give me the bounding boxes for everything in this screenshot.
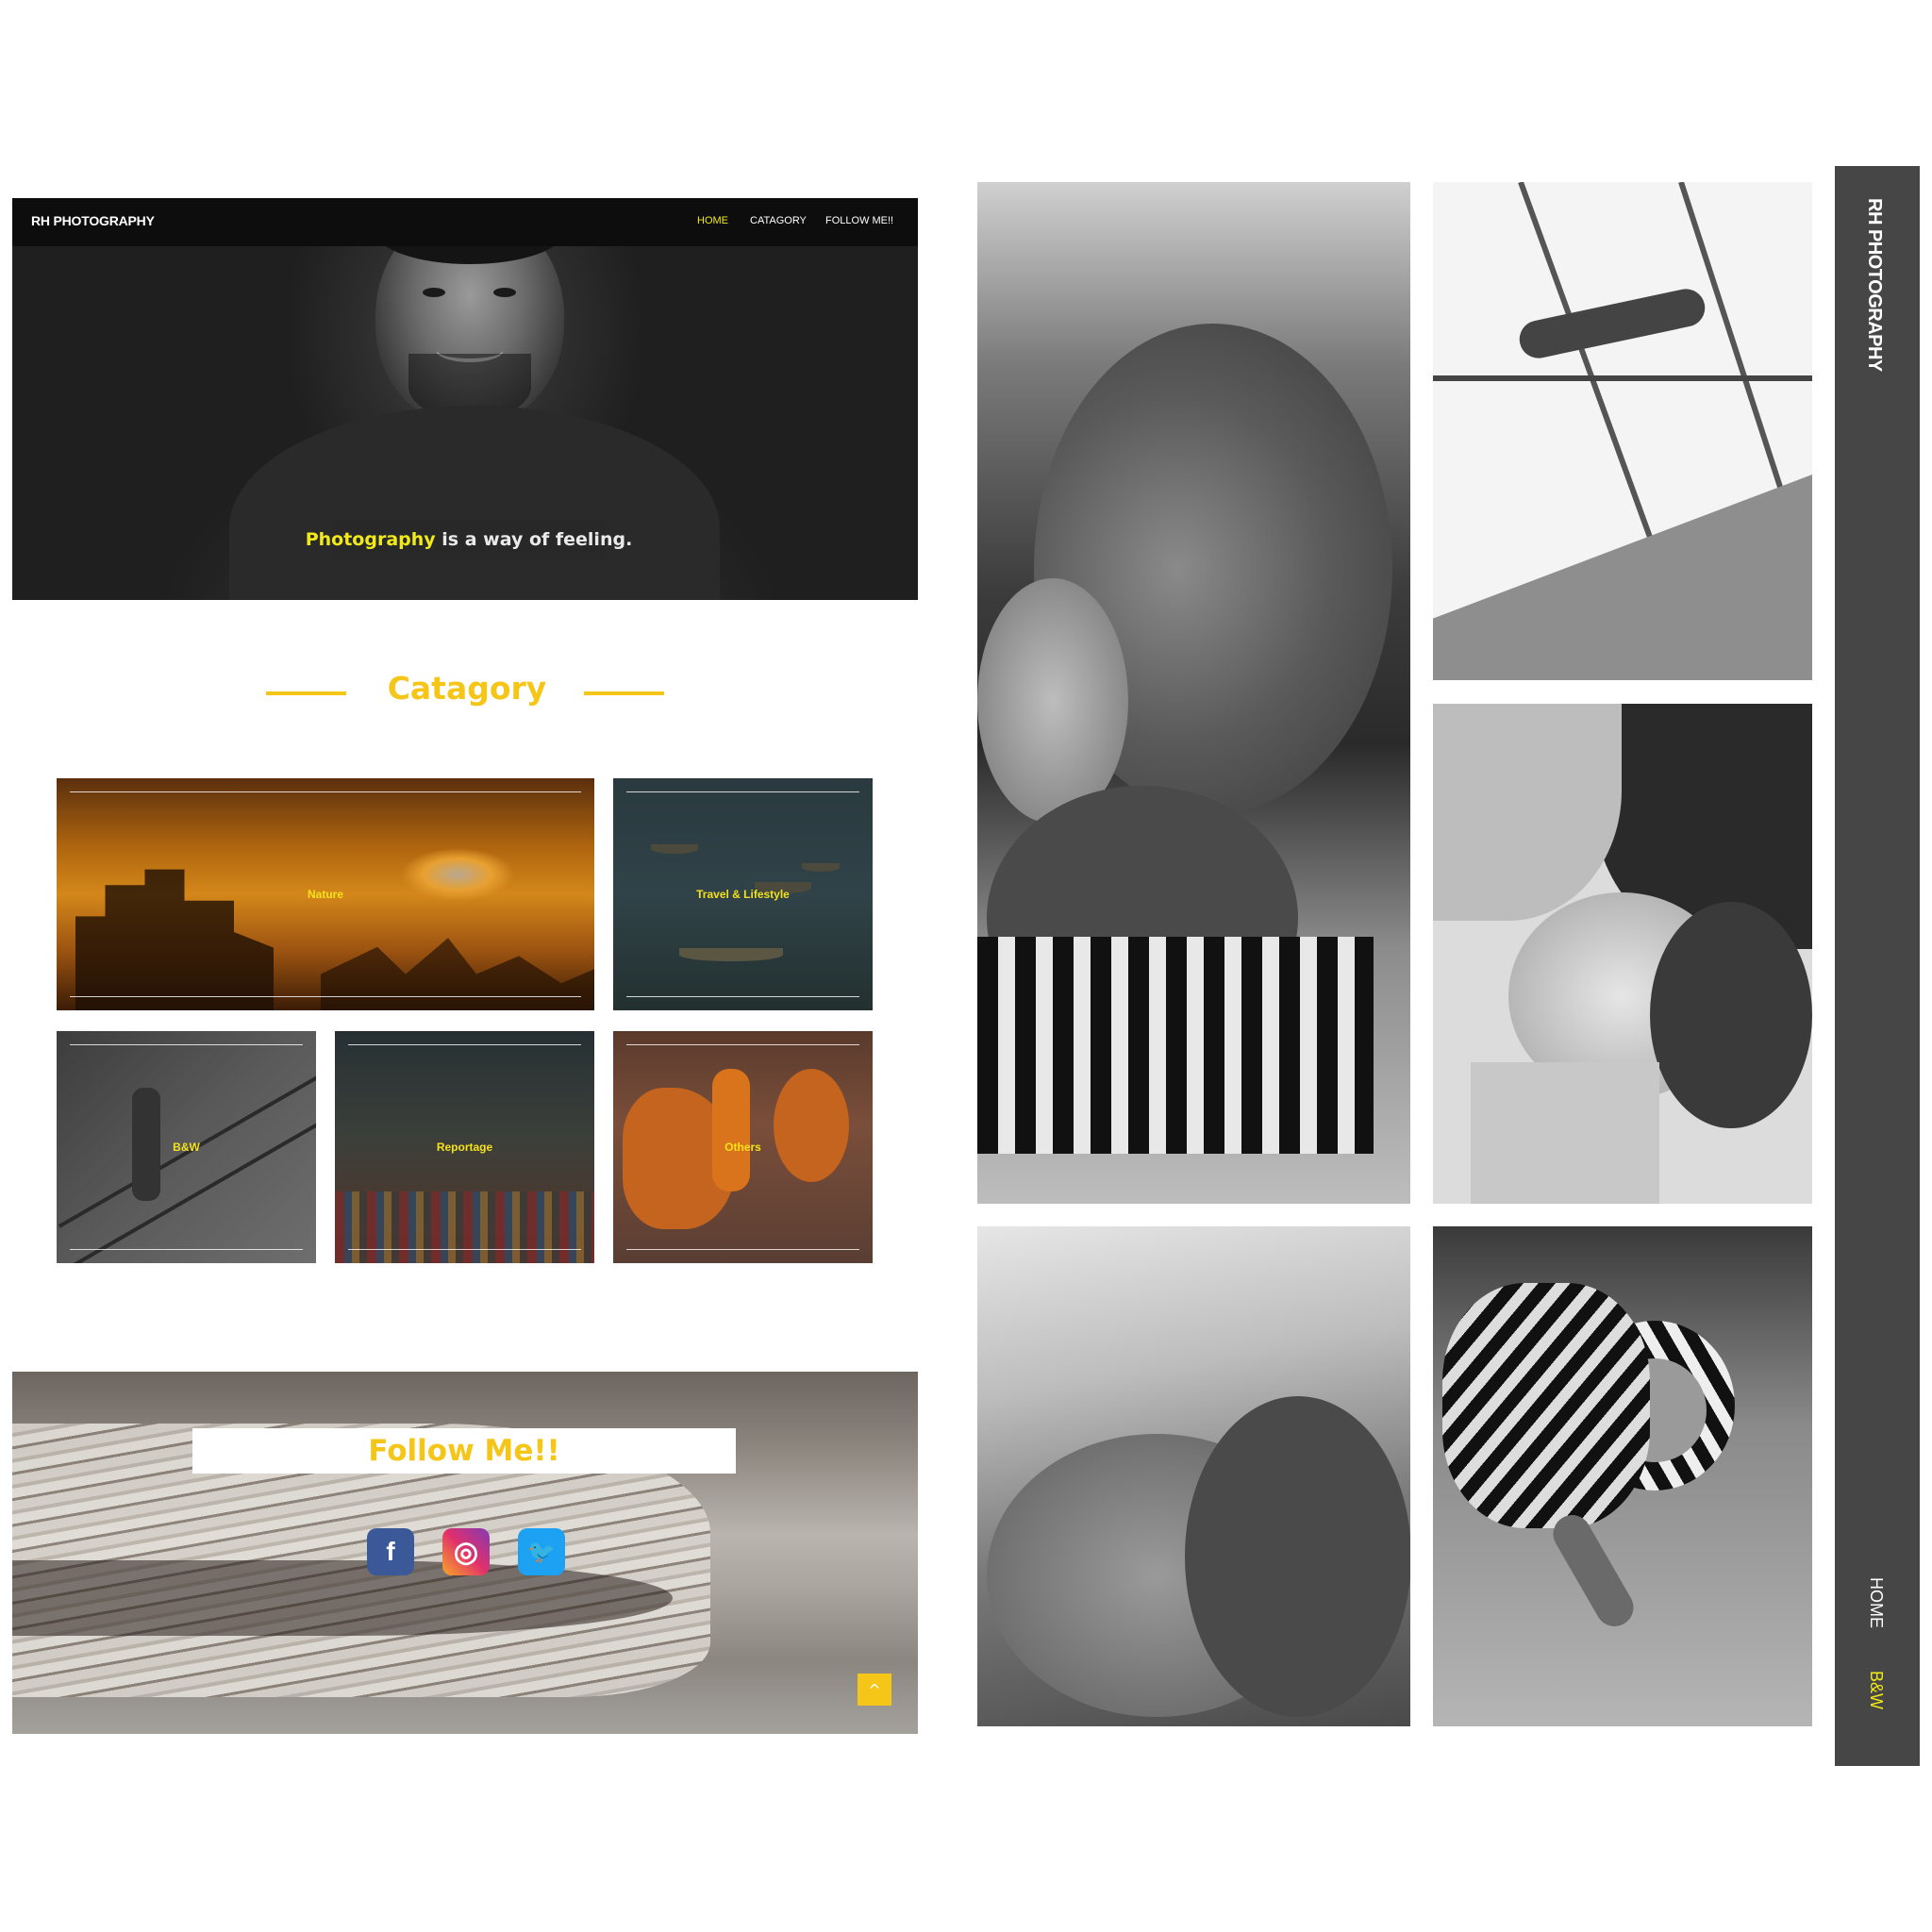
tile-label: Travel & Lifestyle [696,888,790,901]
category-heading: Catagory [387,670,547,707]
photo-acrobat[interactable] [1433,182,1812,680]
heading-line-left [266,691,346,695]
nav-catagory[interactable]: CATAGORY [750,215,807,226]
mother-shirt [1433,704,1622,921]
tile-border-top [348,1044,581,1045]
tile-label: Nature [307,888,343,901]
tile-nature[interactable]: Nature [57,778,594,1010]
newspaper-shadow [12,1560,673,1636]
tile-travel-lifestyle[interactable]: Travel & Lifestyle [613,778,873,1010]
tile-label: B&W [173,1141,200,1154]
boat-hull [1433,475,1812,680]
others-splash-2 [774,1069,849,1182]
twitter-icon[interactable]: 🐦 [518,1528,565,1575]
tile-border-top [626,1044,859,1045]
sidebar-nav-home[interactable]: HOME [1866,1577,1886,1628]
tile-reportage[interactable]: Reportage [335,1031,594,1263]
tile-others[interactable]: Others [613,1031,873,1263]
hero-tagline: Photography is a way of feeling. [306,520,632,559]
vertical-sidebar: RH PHOTOGRAPHY HOME B&W [1835,166,1920,1766]
photo-elder-baby[interactable] [977,182,1410,1204]
tile-label: Others [724,1141,761,1154]
tagline-rest: is a way of feeling. [435,529,633,550]
scroll-to-top-button[interactable]: ^ [858,1674,891,1706]
tile-border-top [70,791,581,792]
child-arm [1546,1507,1641,1634]
follow-heading: Follow Me!! [192,1428,736,1474]
sidebar-brand[interactable]: RH PHOTOGRAPHY [1863,198,1885,372]
nav-home[interactable]: HOME [697,215,728,226]
follow-section: Follow Me!! f ◎ 🐦 ^ [12,1372,918,1734]
crowd [335,1191,594,1263]
nature-silhouette [75,869,274,1010]
boat-1 [651,844,698,854]
woman-hair [1185,1396,1410,1717]
others-figure [712,1069,750,1191]
baby-hair [1650,902,1812,1128]
ladder-bar [1433,375,1812,381]
boat-4 [802,863,840,872]
portrait-shoulders [229,406,720,600]
tagline-highlight: Photography [305,529,436,550]
sidebar-nav-bw[interactable]: B&W [1866,1671,1886,1709]
baby-hood-stripes [977,937,1374,1154]
heading-line-right [584,691,664,695]
photo-mother-baby[interactable] [1433,704,1812,1204]
instagram-icon[interactable]: ◎ [442,1528,490,1575]
facebook-icon[interactable]: f [367,1528,414,1575]
tile-border-bottom [70,996,581,997]
boat-3 [679,948,783,961]
nav-follow-me[interactable]: FOLLOW ME!! [825,215,893,226]
elder-beard [977,578,1128,824]
tile-border-bottom [348,1249,581,1250]
tile-border-bottom [626,996,859,997]
photo-elderly-woman[interactable] [977,1226,1410,1726]
tile-label: Reportage [436,1141,493,1154]
baby-dress [1471,1062,1659,1204]
portrait-eye-left [423,288,445,297]
photo-child-hoodie[interactable] [1433,1226,1812,1726]
portrait-eye-right [493,288,516,297]
tile-border-top [626,791,859,792]
tile-bw[interactable]: B&W [57,1031,316,1263]
tile-border-bottom [626,1249,859,1250]
brand-logo[interactable]: RH PHOTOGRAPHY [31,213,155,228]
child-body [1442,1283,1650,1528]
top-navbar: RH PHOTOGRAPHY HOME CATAGORY FOLLOW ME!! [12,198,918,246]
acrobat-figure [1516,285,1708,362]
bw-rope-2 [58,1111,316,1263]
tile-border-top [70,1044,303,1045]
hero-banner: RH PHOTOGRAPHY HOME CATAGORY FOLLOW ME!!… [12,198,918,600]
tile-border-bottom [70,1249,303,1250]
